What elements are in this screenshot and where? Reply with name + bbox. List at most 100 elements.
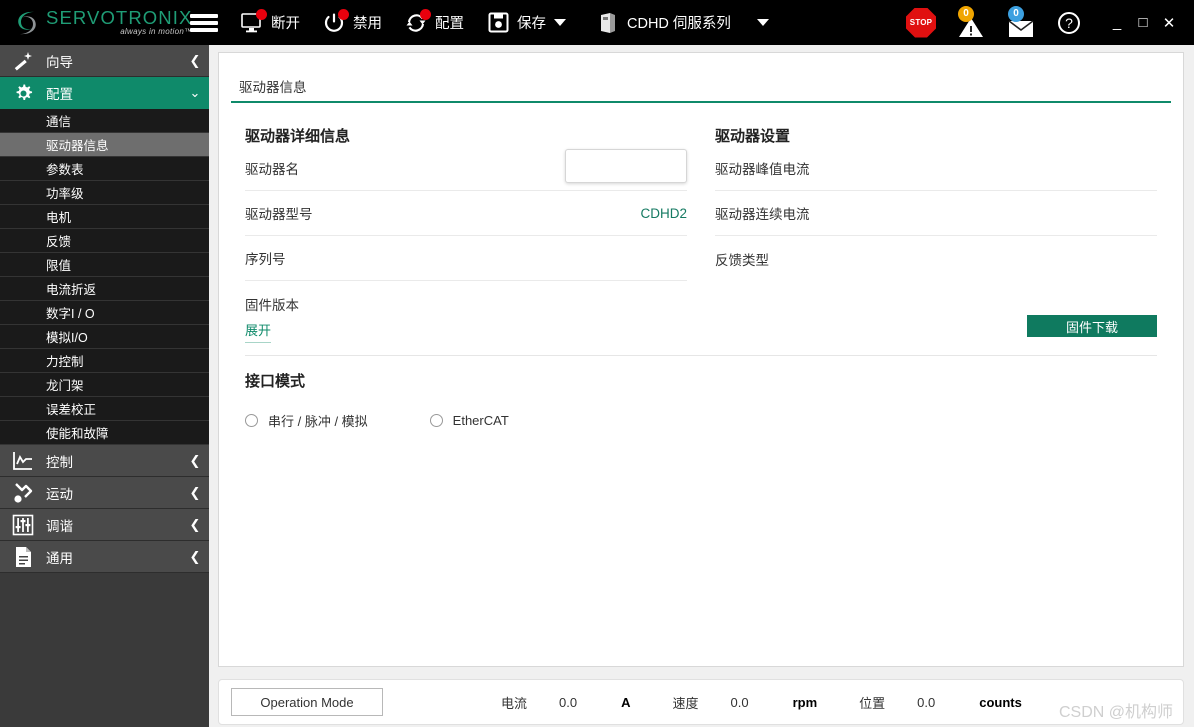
sidebar-group-wizard[interactable]: 向导 ❮: [0, 45, 209, 77]
tab-drive-information-label[interactable]: 驱动器信息: [231, 76, 307, 101]
sidebar-item-label: 误差校正: [46, 403, 97, 417]
readout-value: 0.0: [917, 694, 936, 710]
stop-button[interactable]: STOP: [906, 7, 936, 38]
gear-icon: [0, 83, 46, 104]
field-label: 驱动器峰值电流: [715, 162, 810, 177]
field-label: 驱动器型号: [245, 207, 313, 222]
chevron-left-icon[interactable]: ❮: [181, 53, 209, 69]
close-button[interactable]: ✕: [1156, 10, 1182, 36]
radio-serial-pulse-analog-label: 串行 / 脉冲 / 模拟: [268, 414, 368, 429]
top-toolbar: SERVOTRONIX always in motion™ 断开 禁用 配置 保…: [0, 0, 1194, 45]
radio-circle-icon: [245, 414, 258, 427]
sidebar-group-wizard-label: 向导: [46, 54, 73, 70]
minimize-button[interactable]: _: [1104, 10, 1130, 36]
interface-mode-section: 接口模式 串行 / 脉冲 / 模拟 EtherCAT: [219, 356, 1183, 430]
radio-serial-pulse-analog[interactable]: 串行 / 脉冲 / 模拟: [245, 411, 368, 430]
logo-wordmark: SERVOTRONIX: [46, 6, 193, 28]
refresh-icon: [404, 8, 431, 35]
sidebar-group-configuration[interactable]: 配置 ⌄: [0, 77, 209, 109]
drive-details-fields: 驱动器名 驱动器型号 CDHD2 序列号 固件版本: [245, 146, 687, 326]
chart-icon: [0, 451, 46, 471]
sidebar-item-12[interactable]: 误差校正: [0, 397, 209, 421]
watermark: CSDN @机构师: [1058, 704, 1173, 721]
stop-button-label: STOP: [909, 18, 933, 27]
sidebar-item-8[interactable]: 数字I / O: [0, 301, 209, 325]
field-row: 驱动器型号 CDHD2: [245, 191, 687, 236]
app-logo: SERVOTRONIX always in motion™: [14, 8, 192, 37]
sidebar-item-label: 模拟I/O: [46, 331, 88, 345]
warnings-indicator[interactable]: 0: [956, 5, 986, 38]
status-dot-red: [338, 8, 349, 20]
sidebar-group-3[interactable]: 通用 ❮: [0, 541, 209, 573]
chevron-left-icon[interactable]: ❮: [181, 485, 209, 501]
sidebar-item-4[interactable]: 电机: [0, 205, 209, 229]
field-label: 序列号: [245, 252, 286, 267]
chevron-left-icon[interactable]: ❮: [181, 517, 209, 533]
field-row: 反馈类型: [715, 236, 1157, 281]
sidebar-config-items: 通信驱动器信息参数表功率级电机反馈限值电流折返数字I / O 模拟I/O 力控制 龙门…: [0, 109, 209, 445]
toolbar-right-cluster: STOP 0 0 ? _ □ ✕: [906, 0, 1194, 45]
sidebar-item-1[interactable]: 驱动器信息: [0, 133, 209, 157]
firmware-download-button[interactable]: 固件下载: [1027, 315, 1157, 337]
chevron-left-icon[interactable]: ❮: [181, 549, 209, 565]
readout-unit: counts: [979, 694, 1022, 710]
chevron-left-icon[interactable]: ❮: [181, 453, 209, 469]
sidebar-item-label: 驱动器信息: [46, 139, 109, 153]
sidebar-item-0[interactable]: 通信: [0, 109, 209, 133]
device-selector[interactable]: CDHD 伺服系列: [596, 0, 731, 45]
sidebar-group-0[interactable]: 控制 ❮: [0, 445, 209, 477]
sidebar-group-1[interactable]: 运动 ❮: [0, 477, 209, 509]
info-columns: 驱动器详细信息 驱动器名 驱动器型号 CDHD2 序列号 固件版本 驱动器设置 驱动器峰…: [219, 103, 1183, 326]
operation-mode-button[interactable]: Operation Mode: [231, 688, 383, 716]
field-label: 驱动器名: [245, 162, 299, 177]
chevron-down-icon[interactable]: ⌄: [181, 85, 209, 101]
readout-key: 电流: [501, 695, 528, 711]
toolbar-config-button[interactable]: 配置: [404, 0, 464, 45]
power-icon: [322, 8, 349, 35]
sidebar-item-6[interactable]: 限值: [0, 253, 209, 277]
sidebar-item-label: 电流折返: [46, 283, 97, 297]
sidebar-item-11[interactable]: 龙门架: [0, 373, 209, 397]
sidebar-item-9[interactable]: 模拟I/O: [0, 325, 209, 349]
hamburger-menu-icon[interactable]: [190, 12, 218, 34]
toolbar-save-button[interactable]: 保存: [486, 0, 566, 45]
mail-count-badge: 0: [1008, 5, 1024, 22]
radio-ethercat[interactable]: EtherCAT: [429, 413, 509, 428]
readout-0: 电流 0.0 A: [501, 693, 630, 712]
sidebar-item-label: 通信: [46, 115, 72, 129]
document-icon: [0, 546, 46, 568]
device-chevron-down-icon[interactable]: [756, 19, 769, 26]
help-icon[interactable]: ?: [1058, 11, 1080, 34]
field-label: 驱动器连续电流: [715, 207, 810, 222]
sidebar-item-label: 电机: [46, 211, 72, 225]
sidebar-item-2[interactable]: 参数表: [0, 157, 209, 181]
chevron-down-icon[interactable]: [554, 19, 566, 26]
sidebar-item-5[interactable]: 反馈: [0, 229, 209, 253]
window-controls: _ □ ✕: [1104, 10, 1182, 36]
content-panel: 驱动器信息 驱动器详细信息 驱动器名 驱动器型号 CDHD2 序列号 固件版本 驱动器设…: [218, 52, 1184, 667]
sidebar-item-7[interactable]: 电流折返: [0, 277, 209, 301]
status-dot-red: [256, 8, 267, 20]
toolbar-disconnect-button[interactable]: 断开: [240, 0, 300, 45]
messages-indicator[interactable]: 0: [1006, 5, 1036, 38]
sidebar-item-10[interactable]: 力控制: [0, 349, 209, 373]
sidebar-item-label: 限值: [46, 259, 72, 273]
sidebar-item-13[interactable]: 使能和故障: [0, 421, 209, 445]
tab-header: 驱动器信息: [231, 76, 1171, 103]
toolbar-save-label: 保存: [517, 16, 546, 32]
sidebar-group-label: 调谐: [46, 518, 73, 534]
readout-value: 0.0: [730, 694, 749, 710]
sidebar-group-label: 运动: [46, 486, 73, 502]
servotronix-logo-icon: [14, 9, 40, 37]
status-dot-red: [420, 8, 431, 20]
maximize-button[interactable]: □: [1130, 10, 1156, 36]
sidebar-group-2[interactable]: 调谐 ❮: [0, 509, 209, 541]
radio-ethercat-label: EtherCAT: [452, 413, 509, 428]
readout-1: 速度 0.0 rpm: [672, 693, 817, 712]
toolbar-disable-button[interactable]: 禁用: [322, 0, 382, 45]
sidebar-item-label: 数字I / O: [46, 307, 95, 321]
drive-name-input[interactable]: [565, 149, 687, 183]
sidebar-bottom-groups: 控制 ❮ 运动 ❮ 调谐 ❮ 通用 ❮: [0, 445, 209, 573]
sidebar-item-label: 参数表: [46, 163, 84, 177]
sidebar-item-3[interactable]: 功率级: [0, 181, 209, 205]
